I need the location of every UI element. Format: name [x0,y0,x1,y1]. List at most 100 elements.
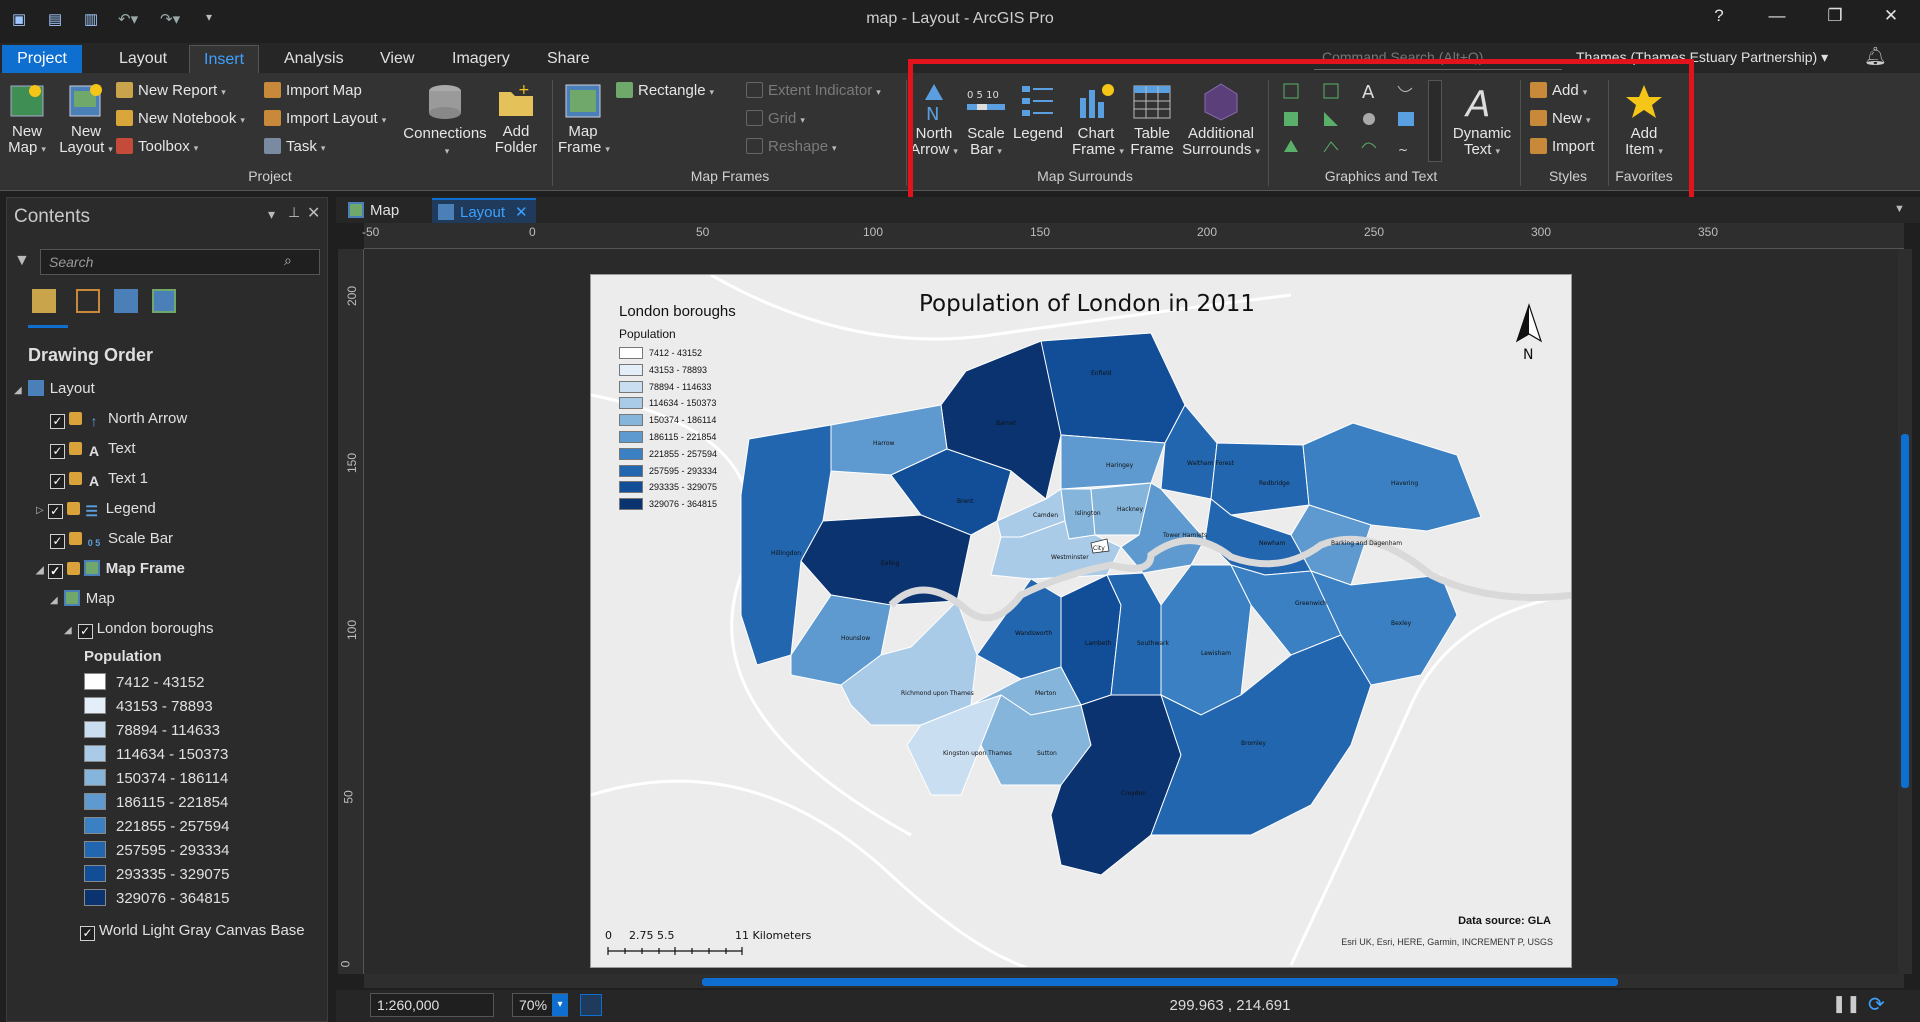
star-icon [1626,85,1662,118]
extent-indicator-button[interactable]: Extent Indicator ▾ [746,82,881,99]
symbology-class[interactable]: 186115 - 221854 [84,792,228,814]
north-arrow[interactable]: N [1509,301,1549,371]
account-menu[interactable]: Thames (Thames Estuary Partnership) ▾ [1576,49,1876,66]
visibility-checkbox[interactable]: ✓ [50,474,65,489]
symbology-class[interactable]: 43153 - 78893 [84,696,213,718]
map-frame-button[interactable]: Map Frame ▾ [558,82,610,157]
north-arrow-button[interactable]: N North Arrow ▾ [910,82,958,159]
new-layout-button[interactable]: New Layout ▾ [58,82,114,157]
tab-share[interactable]: Share [533,45,604,73]
visibility-checkbox[interactable]: ✓ [50,534,65,549]
task-button[interactable]: Task ▾ [264,138,325,155]
symbology-class[interactable]: 329076 - 364815 [84,888,229,910]
snapping-icon[interactable] [152,289,176,313]
map-title[interactable]: Population of London in 2011 [591,291,1571,317]
toolbox-button[interactable]: Toolbox ▾ [116,138,198,155]
drawing-order-icon[interactable] [32,289,56,313]
map-scale-select[interactable]: 1:260,000 [370,993,494,1017]
command-search-input[interactable]: Command Search (Alt+Q) [1314,46,1562,70]
pane-options-icon[interactable]: ▾ [268,206,275,223]
tab-project[interactable]: Project [2,45,82,73]
symbology-class[interactable]: 221855 - 257594 [84,816,229,838]
table-frame-button[interactable]: Table Frame [1128,82,1176,158]
symbology-class[interactable]: 257595 - 293334 [84,840,229,862]
symbology-class[interactable]: 78894 - 114633 [84,720,220,742]
layout-page[interactable]: Enfield Barnet Harrow Haringey Waltham Fores… [590,274,1572,968]
filter-icon[interactable]: ▼ [14,252,30,270]
visibility-checkbox[interactable]: ✓ [77,624,93,639]
symbology-class[interactable]: 293335 - 329075 [84,864,229,886]
styles-import-button[interactable]: Import [1530,138,1595,155]
tab-insert[interactable]: Insert [189,45,260,73]
connections-button[interactable]: Connections ▾ [402,82,488,159]
legend-button[interactable]: Legend [1010,82,1066,142]
editing-icon[interactable] [114,289,138,313]
chart-frame-button[interactable]: Chart Frame ▾ [1072,82,1124,159]
visibility-checkbox[interactable]: ✓ [50,414,65,429]
tab-imagery[interactable]: Imagery [438,45,524,73]
visibility-checkbox[interactable]: ✓ [47,504,63,519]
tree-item-map-frame[interactable]: ◢ ✓ Map Frame [36,558,185,580]
styles-new-button[interactable]: New ▾ [1530,110,1591,127]
tree-item-north-arrow[interactable]: ✓ ↑ North Arrow [50,408,187,430]
doc-tab-map[interactable]: Map [342,198,407,223]
notification-bell-icon[interactable]: 🔔︎ [1864,46,1887,67]
map-frame[interactable]: Enfield Barnet Harrow Haringey Waltham Fores… [591,275,1572,968]
tab-view[interactable]: View [366,45,428,73]
tree-item-layout[interactable]: ◢ Layout [14,378,95,400]
tree-item-map[interactable]: ◢ Map [50,588,115,610]
tab-layout[interactable]: Layout [105,45,181,73]
contents-search-input[interactable]: Search [40,249,320,275]
rectangle-button[interactable]: Rectangle ▾ [616,82,714,99]
restore-button[interactable]: ❐ [1820,6,1850,32]
pause-drawing-icon[interactable]: ❚❚ [1832,994,1861,1014]
help-button[interactable]: ? [1704,6,1734,32]
new-report-button[interactable]: New Report ▾ [116,82,226,99]
selection-icon[interactable] [76,289,100,313]
zoom-dropdown-icon[interactable]: ▾ [552,994,568,1016]
symbology-class[interactable]: 114634 - 150373 [84,744,228,766]
visibility-checkbox[interactable]: ✓ [80,926,95,941]
tree-item-scale-bar[interactable]: ✓ 0 5 Scale Bar [50,528,173,550]
fixed-zoom-icon[interactable] [580,994,602,1016]
graphics-gallery[interactable]: A ~ [1276,78,1426,164]
add-item-button[interactable]: Add Item ▾ [1614,82,1674,159]
dynamic-text-button[interactable]: A Dynamic Text ▾ [1446,82,1518,159]
tab-menu-icon[interactable]: ▼ [1894,203,1905,215]
new-notebook-button[interactable]: New Notebook ▾ [116,110,245,127]
tree-item-text[interactable]: ✓ A Text [50,438,136,460]
minimize-button[interactable]: — [1762,6,1792,32]
visibility-checkbox[interactable]: ✓ [47,564,63,579]
styles-add-button[interactable]: Add ▾ [1530,82,1587,99]
add-folder-button[interactable]: + Add Folder [490,82,542,156]
close-window-button[interactable]: ✕ [1876,6,1906,32]
ruler-tick-label: 100 [345,619,360,641]
tree-item-basemap[interactable]: ✓ World Light Gray Canvas Base [80,920,305,942]
tree-item-legend[interactable]: ▷ ✓ ☰ Legend [36,498,156,520]
import-layout-button[interactable]: Import Layout ▾ [264,110,386,127]
search-icon[interactable]: ⌕ [284,252,292,269]
symbology-class[interactable]: 150374 - 186114 [84,768,228,790]
data-source-text[interactable]: Data source: GLA [1431,915,1551,927]
doc-tab-layout[interactable]: Layout ✕ [432,198,536,223]
scale-bar[interactable]: 0 2.75 5.5 11 Kilometers [605,927,825,961]
gallery-scroll[interactable] [1428,80,1442,162]
borough-label-lewisham: Lewisham [1201,650,1231,657]
grid-button[interactable]: Grid ▾ [746,110,805,127]
new-map-button[interactable]: New Map ▾ [4,82,50,157]
refresh-icon[interactable]: ⟳ [1868,992,1885,1017]
reshape-button[interactable]: Reshape ▾ [746,138,837,155]
tree-item-text-1[interactable]: ✓ A Text 1 [50,468,148,490]
scale-bar-button[interactable]: 0 5 10 Scale Bar ▾ [962,82,1010,159]
import-map-button[interactable]: Import Map [264,82,362,99]
tab-analysis[interactable]: Analysis [270,45,358,73]
symbology-class[interactable]: 7412 - 43152 [84,672,204,694]
pin-icon[interactable]: ⊥ [288,204,300,221]
horizontal-scroll-thumb[interactable] [702,978,1618,986]
visibility-checkbox[interactable]: ✓ [50,444,65,459]
close-pane-icon[interactable]: ✕ [307,203,320,223]
tree-item-london-boroughs[interactable]: ◢ ✓ London boroughs [64,618,213,640]
additional-surrounds-button[interactable]: Additional Surrounds ▾ [1178,82,1264,159]
legend[interactable] [591,275,592,276]
vertical-scroll-thumb[interactable] [1901,434,1909,788]
